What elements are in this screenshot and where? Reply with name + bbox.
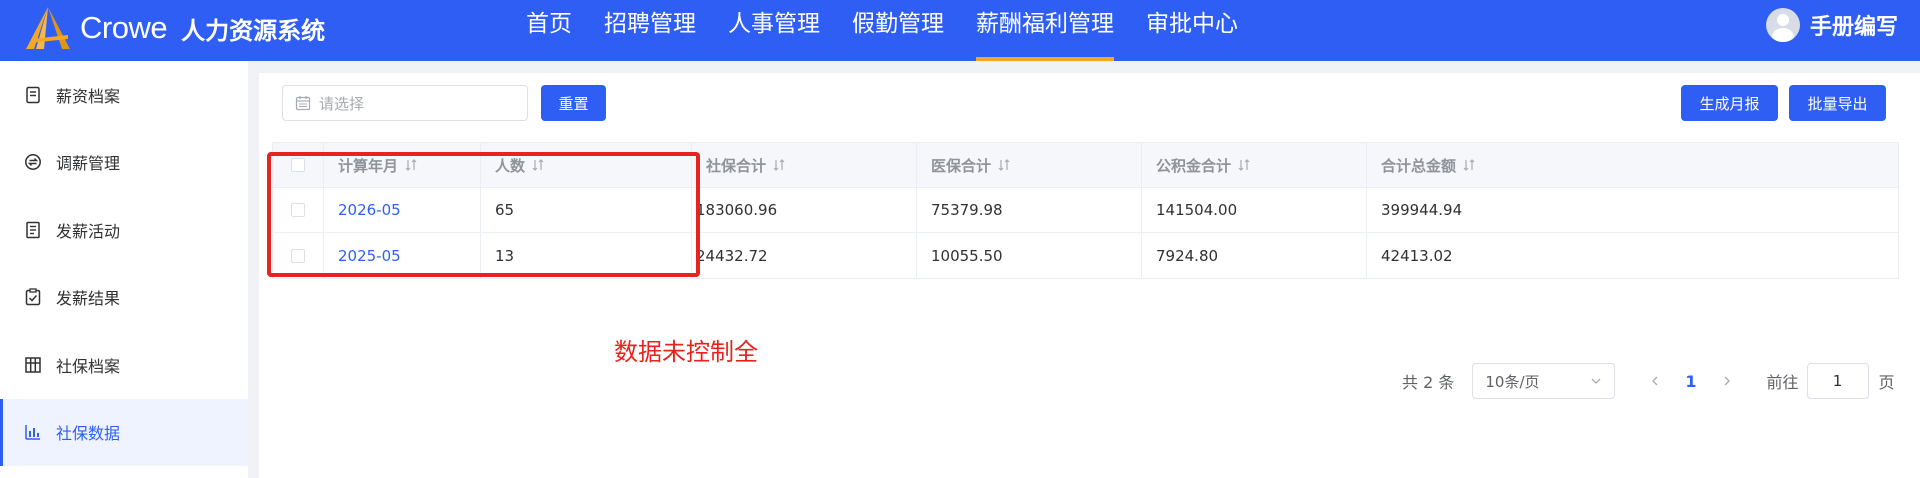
nav-item-personnel[interactable]: 人事管理 [712,0,836,61]
sort-icon[interactable] [997,158,1011,172]
table-cell: 183060.96 [692,188,917,232]
system-name: 人力资源系统 [181,16,326,45]
goto-page-input[interactable]: 1 [1806,363,1869,399]
sidebar-item-salary-archive[interactable]: 薪资档案 [0,61,248,129]
sidebar-item-label: 薪资档案 [56,86,121,106]
chevron-down-icon [1591,378,1601,384]
table-cell: 141504.00 [1142,188,1367,232]
sort-icon[interactable] [1462,158,1476,172]
generate-report-button[interactable]: 生成月报 [1681,85,1778,121]
sidebar-item-label: 社保档案 [56,356,121,376]
sort-icon[interactable] [1237,158,1251,172]
sidebar-item-payroll-result[interactable]: 发薪结果 [0,264,248,332]
logo[interactable]: Crowe 人力资源系统 [22,4,325,52]
nav-item-recruitment[interactable]: 招聘管理 [588,0,712,61]
nav-item-attendance[interactable]: 假勤管理 [836,0,960,61]
nav-item-approval[interactable]: 审批中心 [1130,0,1254,61]
table-cell: 75379.98 [917,188,1142,232]
sidebar-item-label: 调薪管理 [56,154,121,174]
user-menu[interactable]: 手册编写 [1765,8,1898,42]
list-icon [24,221,42,239]
clipboard-check-icon [24,288,42,306]
current-page[interactable]: 1 [1685,372,1696,391]
sidebar-item-label: 社保数据 [56,424,121,444]
goto-suffix: 页 [1878,373,1895,392]
main-nav: 首页 招聘管理 人事管理 假勤管理 薪酬福利管理 审批中心 [510,0,1254,61]
table-cell: 42413.02 [1381,246,1453,265]
nav-item-home[interactable]: 首页 [510,0,588,61]
reset-button[interactable]: 重置 [541,85,606,121]
batch-export-button[interactable]: 批量导出 [1789,85,1886,121]
table-cell: 24432.72 [692,233,917,278]
annotation-text: 数据未控制全 [614,338,758,366]
nav-item-compensation[interactable]: 薪酬福利管理 [960,0,1130,61]
column-header[interactable]: 医保合计 [917,143,1142,187]
sidebar-item-label: 发薪结果 [56,289,121,309]
top-bar: Crowe 人力资源系统 首页 招聘管理 人事管理 假勤管理 薪酬福利管理 审批… [0,0,1920,61]
grid-icon [24,356,42,374]
sort-icon[interactable] [772,158,786,172]
sidebar-item-social-data[interactable]: 社保数据 [0,398,248,466]
crowe-logo-icon [26,7,70,49]
prev-page-icon[interactable] [1649,375,1661,387]
month-picker[interactable]: 请选择 [282,85,528,121]
column-header[interactable]: 社保合计 [692,143,917,187]
sidebar-item-salary-adjust[interactable]: 调薪管理 [0,129,248,197]
avatar [1765,8,1800,42]
sidebar-item-social-archive[interactable]: 社保档案 [0,331,248,399]
column-header[interactable]: 合计总金额 [1367,143,1898,187]
month-picker-placeholder: 请选择 [319,94,365,113]
highlight-box [267,152,700,277]
page-size-select[interactable]: 10条/页 [1472,363,1616,399]
sidebar-item-payroll-activity[interactable]: 发薪活动 [0,196,248,264]
calendar-icon [295,96,311,111]
brand-name: Crowe [80,10,168,45]
table-cell: 7924.80 [1142,233,1367,278]
pagination-total: 共 2 条 [1402,373,1455,392]
pagination: 共 2 条 10条/页 1 前往 1 页 [1402,363,1895,399]
sidebar-item-label: 发薪活动 [56,221,121,241]
bar-chart-icon [24,423,42,441]
user-label: 手册编写 [1809,15,1898,40]
next-page-icon[interactable] [1721,375,1733,387]
sidebar: 薪资档案 调薪管理 发薪活动 发薪结果 社保档案 社保数据 [0,61,248,478]
exchange-icon [24,153,42,171]
table-cell: 399944.94 [1381,201,1463,219]
table-cell: 10055.50 [917,233,1142,278]
goto-prefix: 前往 [1766,373,1799,392]
document-icon [24,86,42,104]
column-header[interactable]: 公积金合计 [1142,143,1367,187]
